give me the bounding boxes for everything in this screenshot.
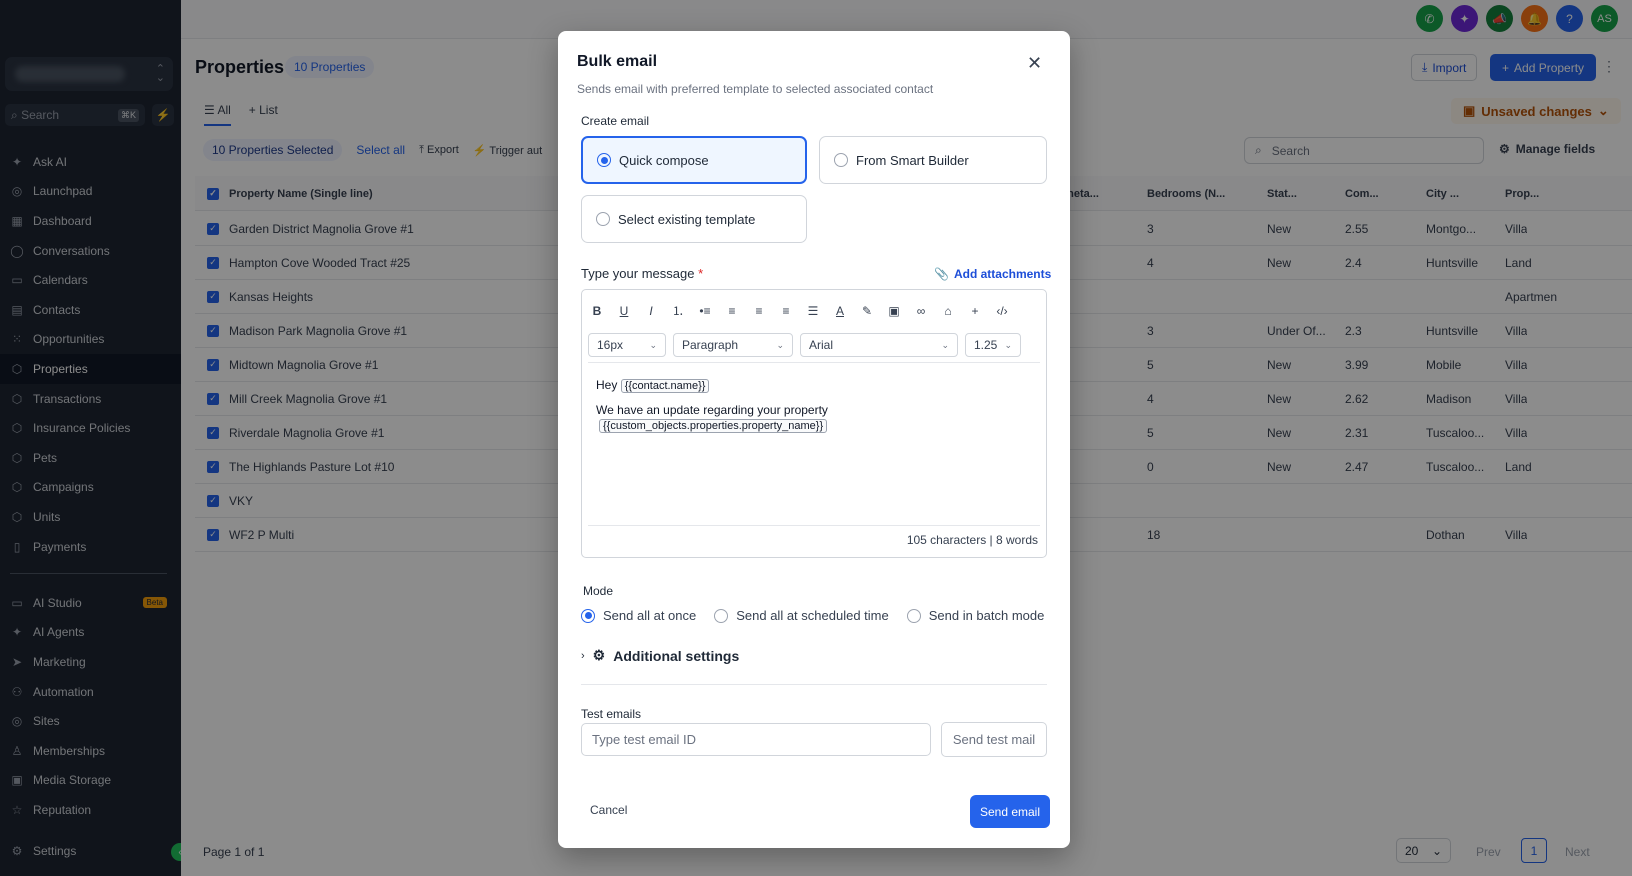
font-size-select[interactable]: 16px ⌄ [588, 333, 666, 357]
mode-scheduled[interactable]: Send all at scheduled time [714, 608, 889, 623]
chevron-right-icon: › [581, 649, 585, 662]
align-left-icon[interactable]: ≡ [725, 304, 739, 318]
line-height-select[interactable]: 1.25 ⌄ [965, 333, 1021, 357]
option-label: Select existing template [618, 211, 756, 227]
option-quick-compose[interactable]: Quick compose [581, 136, 807, 184]
font-family-select[interactable]: Arial ⌄ [800, 333, 958, 357]
option-label: Quick compose [619, 152, 709, 168]
modal-divider [581, 684, 1047, 685]
bold-icon[interactable]: B [590, 304, 604, 318]
mode-send-all-at-once[interactable]: Send all at once [581, 608, 696, 623]
code-icon[interactable]: ‹/› [995, 304, 1009, 318]
link-icon[interactable]: ∞ [914, 304, 928, 318]
radio-unselected [834, 153, 848, 167]
option-existing-template[interactable]: Select existing template [581, 195, 807, 243]
gear-icon: ⚙ [592, 647, 606, 663]
mode-batch[interactable]: Send in batch mode [906, 608, 1045, 623]
add-attachments-link[interactable]: 📎 Add attachments [934, 267, 1051, 281]
editor-divider [588, 525, 1040, 526]
mode-label: Mode [583, 584, 614, 598]
radio-unselected [714, 608, 729, 623]
create-email-label: Create email [581, 114, 650, 128]
mode-options: Send all at once Send all at scheduled t… [581, 608, 1044, 623]
contact-name-token: {{contact.name}} [620, 379, 710, 393]
character-count: 105 characters | 8 words [906, 533, 1038, 547]
additional-settings-toggle[interactable]: › ⚙ Additional settings [581, 647, 739, 664]
radio-unselected [906, 608, 921, 623]
radio-selected [597, 153, 611, 167]
chevron-down-icon: ⌄ [649, 339, 657, 350]
chevron-down-icon: ⌄ [941, 339, 949, 350]
modal-subtitle: Sends email with preferred template to s… [577, 82, 934, 96]
italic-icon[interactable]: I [644, 304, 658, 318]
bullet-list-icon[interactable]: •≡ [698, 304, 712, 318]
highlight-icon[interactable]: ✎ [860, 304, 874, 318]
radio-selected [581, 608, 595, 623]
close-icon[interactable]: ✕ [1027, 53, 1042, 74]
update-text: We have an update regarding your propert… [596, 403, 828, 417]
option-label: From Smart Builder [856, 152, 969, 168]
text-color-icon[interactable]: A [833, 304, 847, 318]
send-email-button[interactable]: Send email [970, 795, 1050, 828]
mode-label-text: Send all at once [603, 608, 697, 623]
plus-icon[interactable]: + [968, 304, 982, 318]
mode-label-text: Send all at scheduled time [736, 608, 889, 623]
attachments-label: Add attachments [953, 267, 1052, 281]
test-email-input[interactable] [581, 723, 931, 756]
greeting-text: Hey [596, 378, 618, 392]
message-label-text: Type your message [581, 266, 695, 281]
font-family-value: Arial [809, 338, 834, 352]
tag-icon[interactable]: ⌂ [941, 304, 955, 318]
mode-label-text: Send in batch mode [928, 608, 1045, 623]
underline-icon[interactable]: U [617, 304, 631, 318]
chevron-down-icon: ⌄ [776, 339, 784, 350]
editor-format-row: 16px ⌄ Paragraph ⌄ Arial ⌄ 1.25 ⌄ [588, 333, 1021, 357]
block-type-select[interactable]: Paragraph ⌄ [673, 333, 793, 357]
ordered-list-icon[interactable]: ⒈ [671, 302, 685, 319]
paperclip-icon: 📎 [934, 267, 949, 281]
test-emails-label: Test emails [581, 707, 642, 721]
align-right-icon[interactable]: ≡ [779, 304, 793, 318]
align-justify-icon[interactable]: ☰ [806, 304, 820, 318]
line-height-value: 1.25 [974, 338, 998, 352]
send-test-mail-button[interactable]: Send test mail [941, 722, 1047, 757]
editor-toolbar: B U I ⒈ •≡ ≡ ≡ ≡ ☰ A ✎ ▣ ∞ ⌂ + ‹/› [590, 302, 1009, 319]
cancel-button[interactable]: Cancel [590, 803, 627, 817]
additional-settings-label: Additional settings [613, 647, 740, 664]
message-editor: B U I ⒈ •≡ ≡ ≡ ≡ ☰ A ✎ ▣ ∞ ⌂ + ‹/› 16px ⌄… [581, 289, 1047, 558]
bulk-email-modal: Bulk email Sends email with preferred te… [558, 31, 1070, 848]
required-marker: * [698, 266, 704, 281]
image-icon[interactable]: ▣ [887, 304, 901, 318]
property-name-token: {{custom_objects.properties.property_nam… [599, 419, 828, 433]
chevron-down-icon: ⌄ [1004, 339, 1012, 350]
option-smart-builder[interactable]: From Smart Builder [819, 136, 1047, 184]
font-size-value: 16px [597, 338, 624, 352]
align-center-icon[interactable]: ≡ [752, 304, 766, 318]
modal-title: Bulk email [577, 53, 658, 70]
block-type-value: Paragraph [682, 338, 739, 352]
radio-unselected [596, 212, 610, 226]
message-label: Type your message * [581, 266, 703, 281]
editor-content[interactable]: Hey {{contact.name}} We have an update r… [596, 378, 1036, 433]
editor-divider [588, 362, 1040, 363]
